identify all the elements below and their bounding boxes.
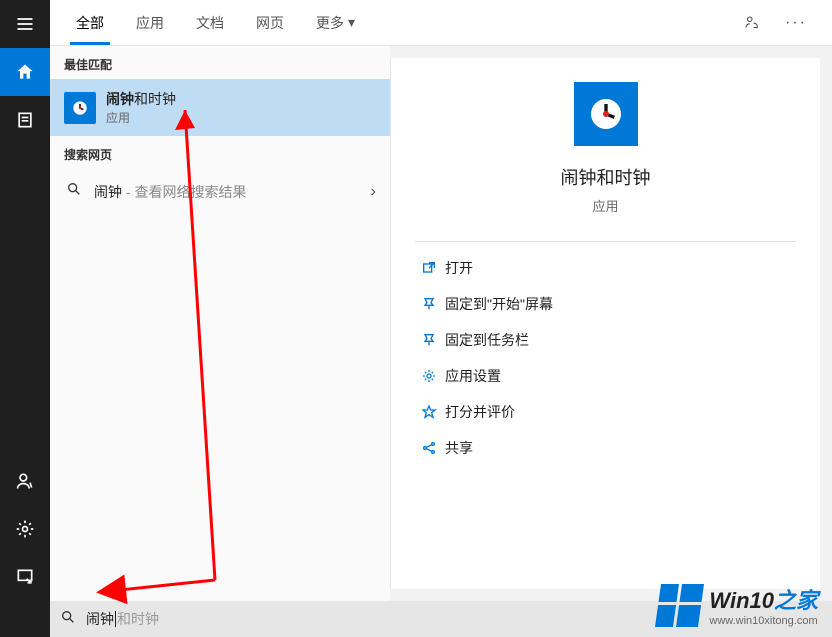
power-button[interactable]: [0, 553, 50, 601]
results-column: 最佳匹配 闹钟和时钟 应用 搜索网页 闹钟 - 查看网络搜索结果 ›: [50, 46, 390, 601]
tab-documents[interactable]: 文档: [180, 0, 240, 45]
action-label: 固定到"开始"屏幕: [445, 294, 553, 314]
ellipsis-icon: ···: [785, 14, 807, 32]
action-settings[interactable]: 应用设置: [415, 358, 796, 394]
chevron-down-icon: ▾: [348, 14, 355, 31]
tab-web[interactable]: 网页: [240, 0, 300, 45]
tab-all[interactable]: 全部: [60, 0, 120, 45]
action-share[interactable]: 共享: [415, 430, 796, 466]
options-button[interactable]: ···: [780, 7, 812, 39]
text-caret: [115, 611, 116, 627]
result-subtitle: 应用: [106, 109, 176, 126]
settings-button[interactable]: [0, 505, 50, 553]
account-button[interactable]: [0, 457, 50, 505]
tab-more[interactable]: 更多▾: [300, 0, 371, 45]
home-icon: [15, 62, 35, 82]
expand-icon: [15, 567, 35, 587]
share-icon: [421, 440, 445, 456]
pin-icon: [421, 296, 445, 312]
feedback-button[interactable]: [736, 7, 768, 39]
search-typed-text: 闹钟: [86, 609, 114, 629]
best-match-header: 最佳匹配: [50, 46, 390, 79]
gear-icon: [15, 519, 35, 539]
filter-tabs: 全部 应用 文档 网页 更多▾ ···: [50, 0, 832, 46]
best-match-result[interactable]: 闹钟和时钟 应用: [50, 79, 390, 136]
search-suggestion-hint: 和时钟: [117, 609, 159, 629]
detail-subtitle: 应用: [403, 196, 808, 215]
web-result-text: 闹钟 - 查看网络搜索结果: [94, 182, 246, 202]
action-label: 共享: [445, 438, 473, 458]
user-icon: [15, 471, 35, 491]
search-panel: 全部 应用 文档 网页 更多▾ ··· 最佳匹配 闹钟和时钟 应用: [50, 0, 832, 601]
clock-icon: [70, 98, 90, 118]
action-pin-start[interactable]: 固定到"开始"屏幕: [415, 286, 796, 322]
web-search-result[interactable]: 闹钟 - 查看网络搜索结果 ›: [50, 169, 390, 214]
clock-icon: [586, 94, 626, 134]
action-label: 打开: [445, 258, 473, 278]
hamburger-icon: [15, 14, 35, 34]
feedback-icon: [743, 14, 761, 32]
detail-app-tile: [574, 82, 638, 146]
open-icon: [421, 260, 445, 276]
result-title: 闹钟和时钟: [106, 89, 176, 109]
tab-apps[interactable]: 应用: [120, 0, 180, 45]
action-open[interactable]: 打开: [415, 250, 796, 286]
start-sidebar: [0, 0, 50, 637]
chevron-right-icon: ›: [371, 183, 376, 201]
detail-title: 闹钟和时钟: [403, 164, 808, 190]
search-bar[interactable]: 闹钟和时钟: [50, 601, 832, 637]
recent-button[interactable]: [0, 96, 50, 144]
search-icon: [60, 609, 76, 630]
star-icon: [421, 404, 445, 420]
action-label: 固定到任务栏: [445, 330, 529, 350]
action-label: 打分并评价: [445, 402, 515, 422]
web-search-header: 搜索网页: [50, 136, 390, 169]
action-label: 应用设置: [445, 366, 501, 386]
home-button[interactable]: [0, 48, 50, 96]
recent-icon: [15, 110, 35, 130]
pin-taskbar-icon: [421, 332, 445, 348]
menu-button[interactable]: [0, 0, 50, 48]
action-rate[interactable]: 打分并评价: [415, 394, 796, 430]
app-tile-icon: [64, 92, 96, 124]
search-icon: [64, 181, 84, 202]
detail-pane: 闹钟和时钟 应用 打开 固定到"开始"屏幕 固定到任务栏: [390, 58, 820, 589]
separator: [415, 241, 796, 242]
action-pin-taskbar[interactable]: 固定到任务栏: [415, 322, 796, 358]
gear-icon: [421, 368, 445, 384]
